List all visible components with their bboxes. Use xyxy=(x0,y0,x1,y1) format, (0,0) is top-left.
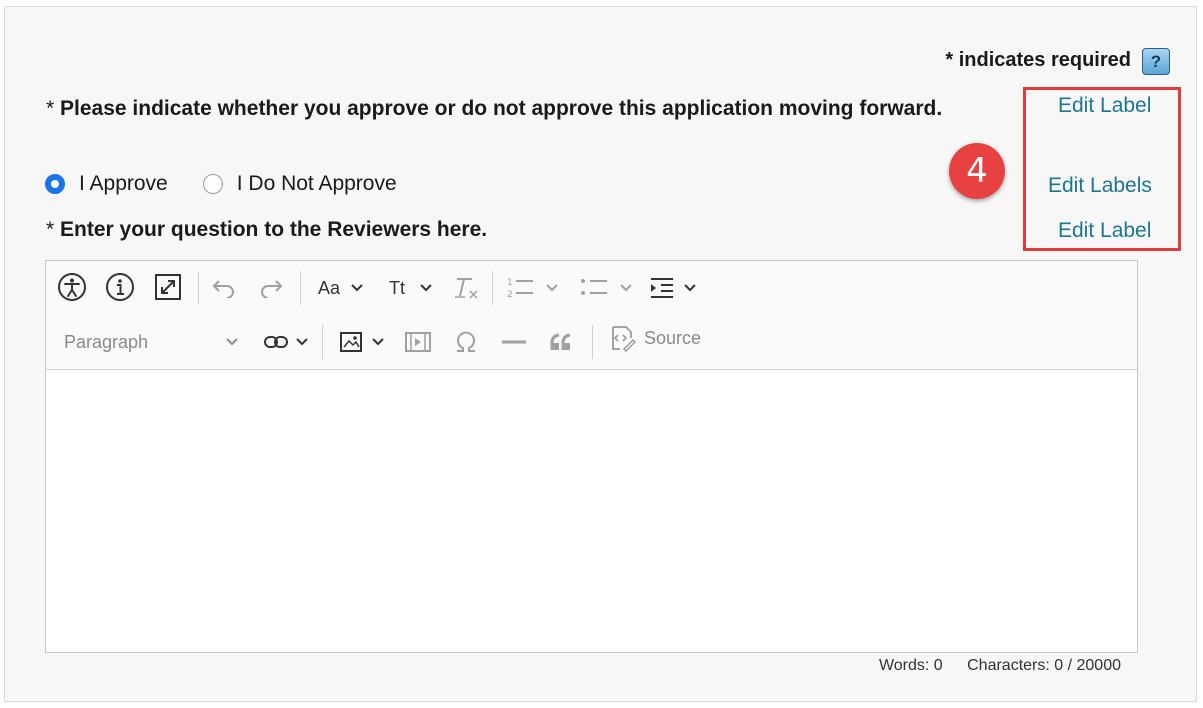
rich-text-editor: Aa Tt 12 Paragraph Source xyxy=(45,260,1138,653)
not-approve-option[interactable]: I Do Not Approve xyxy=(202,172,397,196)
chevron-down-icon xyxy=(684,284,696,292)
callout-badge: 4 xyxy=(949,143,1005,199)
bulleted-list-icon[interactable] xyxy=(576,273,636,303)
chevron-down-icon xyxy=(296,338,308,346)
approve-radio[interactable] xyxy=(45,174,65,194)
numbered-list-icon[interactable]: 12 xyxy=(502,273,562,303)
source-label: Source xyxy=(644,327,702,348)
reviewer-question-label: * Enter your question to the Reviewers h… xyxy=(46,218,487,242)
redo-icon[interactable] xyxy=(256,273,286,303)
info-icon[interactable] xyxy=(104,271,136,303)
required-star: * xyxy=(46,97,61,120)
link-icon[interactable] xyxy=(258,327,314,357)
not-approve-radio[interactable] xyxy=(202,174,223,194)
indent-icon[interactable] xyxy=(646,273,700,303)
remove-format-icon[interactable] xyxy=(450,273,482,303)
chevron-down-icon xyxy=(620,284,632,292)
editor-toolbar: Aa Tt 12 Paragraph Source xyxy=(46,261,1137,370)
chevron-down-icon xyxy=(546,284,558,292)
chevron-down-icon xyxy=(226,338,238,346)
undo-icon[interactable] xyxy=(209,273,239,303)
font-family-icon: Aa xyxy=(317,277,341,298)
image-icon[interactable] xyxy=(334,327,390,357)
approve-option[interactable]: I Approve xyxy=(45,172,168,196)
word-count: Words: 0 xyxy=(878,657,943,674)
fullscreen-icon[interactable] xyxy=(152,271,184,303)
source-button[interactable]: Source xyxy=(608,324,701,352)
source-icon xyxy=(612,326,636,352)
approve-label: I Approve xyxy=(79,172,168,195)
special-characters-icon[interactable] xyxy=(450,327,482,357)
edit-labels-link[interactable]: Edit Labels xyxy=(1048,174,1152,198)
paragraph-select-value: Paragraph xyxy=(64,331,149,352)
approval-question-label: * Please indicate whether you approve or… xyxy=(46,92,946,126)
font-family-dropdown[interactable]: Aa xyxy=(314,273,368,303)
approval-radio-group: I Approve I Do Not Approve xyxy=(45,172,432,196)
character-count: Characters: 0 / 20000 xyxy=(967,657,1121,674)
approval-question-text: Please indicate whether you approve or d… xyxy=(60,97,943,120)
required-star: * xyxy=(46,218,61,241)
media-icon[interactable] xyxy=(402,327,434,357)
accessibility-icon[interactable] xyxy=(56,271,88,303)
chevron-down-icon xyxy=(420,284,432,292)
paragraph-select[interactable]: Paragraph xyxy=(64,326,239,358)
reviewer-question-text: Enter your question to the Reviewers her… xyxy=(60,218,488,241)
font-size-dropdown[interactable]: Tt xyxy=(384,273,438,303)
edit-label-link-2[interactable]: Edit Label xyxy=(1058,219,1151,243)
blockquote-icon[interactable] xyxy=(546,327,578,357)
svg-text:2: 2 xyxy=(507,290,513,300)
svg-text:1: 1 xyxy=(507,278,513,288)
horizontal-line-icon[interactable] xyxy=(498,327,530,357)
editor-counts: Words: 0 Characters: 0 / 20000 xyxy=(859,657,1121,675)
chevron-down-icon xyxy=(351,284,363,292)
edit-label-link-1[interactable]: Edit Label xyxy=(1058,94,1151,118)
chevron-down-icon xyxy=(372,338,384,346)
not-approve-label: I Do Not Approve xyxy=(236,172,397,195)
font-size-icon: Tt xyxy=(389,277,405,298)
editor-content-area[interactable] xyxy=(46,369,1137,652)
required-note: * indicates required xyxy=(945,49,1131,71)
help-button[interactable]: ? xyxy=(1142,48,1170,75)
